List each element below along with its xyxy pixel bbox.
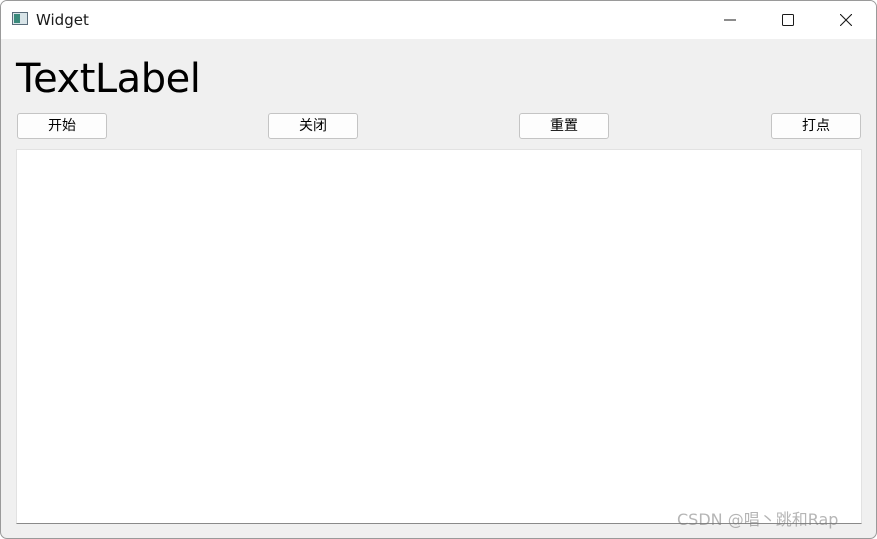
mark-button[interactable]: 打点	[771, 113, 861, 139]
maximize-button[interactable]	[759, 1, 817, 39]
close-icon	[840, 14, 852, 26]
title-bar[interactable]: Widget	[1, 1, 876, 39]
close-button[interactable]	[817, 1, 875, 39]
text-label: TextLabel	[16, 56, 201, 102]
app-window: Widget TextLabel 开始 关闭 重置 打点 CSDN @唱丶跳和R…	[0, 0, 877, 539]
close-action-button[interactable]: 关闭	[268, 113, 358, 139]
minimize-button[interactable]	[701, 1, 759, 39]
watermark: CSDN @唱丶跳和Rap	[677, 510, 839, 529]
maximize-icon	[782, 14, 794, 26]
minimize-icon	[724, 19, 736, 21]
reset-button[interactable]: 重置	[519, 113, 609, 139]
app-window-icon	[12, 12, 28, 25]
display-area	[16, 149, 862, 524]
start-button[interactable]: 开始	[17, 113, 107, 139]
window-title: Widget	[36, 11, 89, 29]
